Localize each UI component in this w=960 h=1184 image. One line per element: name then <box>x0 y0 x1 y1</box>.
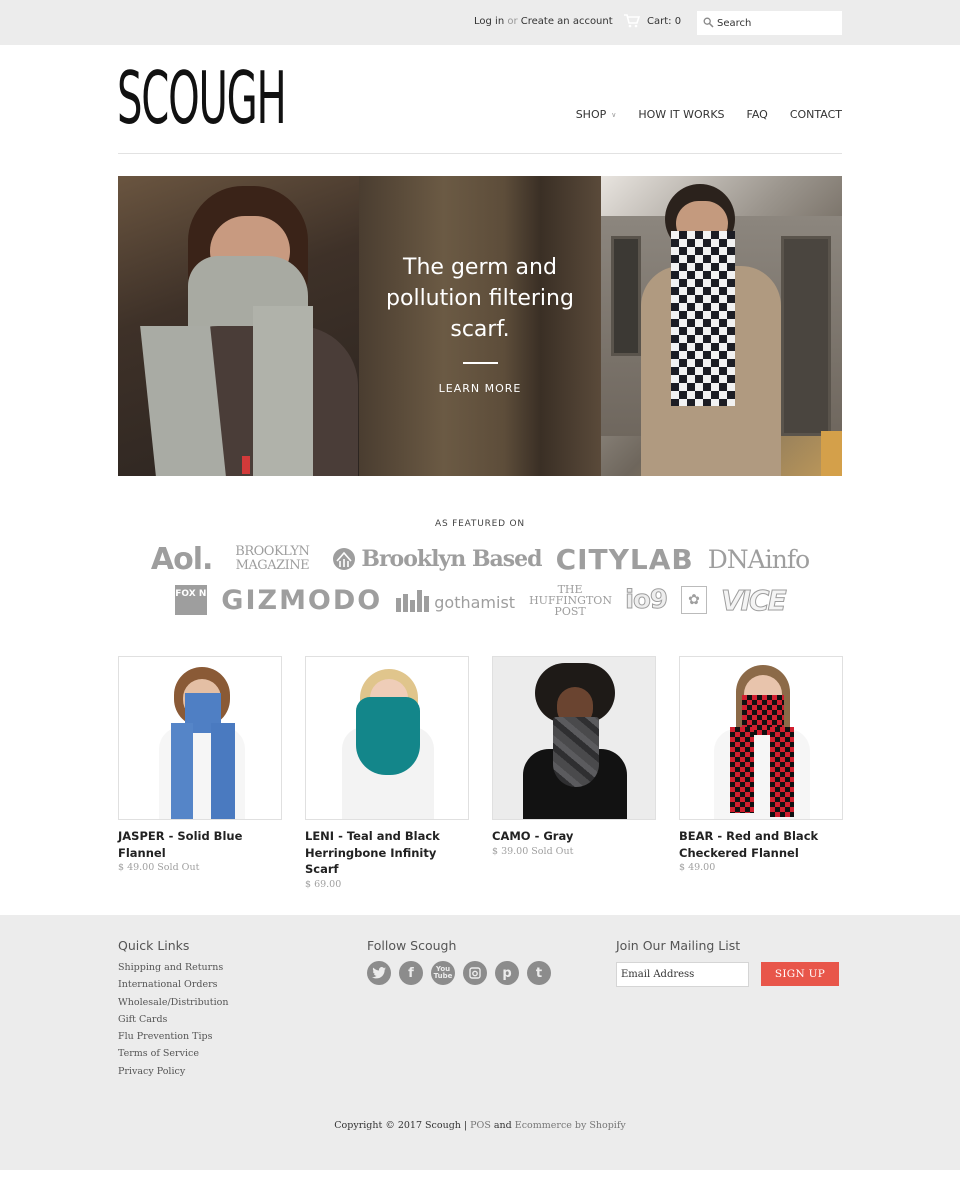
pos-link[interactable]: POS <box>470 1120 491 1131</box>
product-price: $ 69.00 <box>305 879 469 890</box>
huffington-post-logo: THE HUFFINGTON POST <box>529 582 612 618</box>
product-image[interactable] <box>492 656 656 820</box>
product-price: $ 49.00 <box>679 862 843 873</box>
featured-title: AS FEATURED ON <box>435 519 525 529</box>
product-title[interactable]: JASPER - Solid Blue Flannel <box>118 828 282 861</box>
product-price: $ 49.00 Sold Out <box>118 862 282 873</box>
search-icon <box>703 17 714 28</box>
cart-link[interactable]: Cart: 0 <box>647 16 681 27</box>
quick-links-list: Shipping and Returns International Order… <box>118 961 228 1082</box>
shopping-cart-icon[interactable] <box>624 14 640 28</box>
create-account-link[interactable]: Create an account <box>521 16 613 27</box>
follow-title: Follow Scough <box>367 938 457 953</box>
hero-image-man <box>601 176 842 476</box>
or-separator: or <box>507 16 518 27</box>
product-title[interactable]: BEAR - Red and Black Checkered Flannel <box>679 828 843 861</box>
footer-link-international[interactable]: International Orders <box>118 979 218 990</box>
hero-headline: The germ and pollution filtering scarf. <box>386 255 574 342</box>
hero-image-woman <box>118 176 359 476</box>
mailing-list-title: Join Our Mailing List <box>616 938 741 953</box>
product-card[interactable]: JASPER - Solid Blue Flannel $ 49.00 Sold… <box>118 656 282 873</box>
site-logo[interactable]: SCOUGH <box>117 62 287 134</box>
ecommerce-link[interactable]: Ecommerce by Shopify <box>515 1120 626 1131</box>
footer-link-shipping[interactable]: Shipping and Returns <box>118 962 223 973</box>
sold-out-badge: Sold Out <box>531 845 574 857</box>
emblem-logo: ✿ <box>680 586 707 614</box>
login-link[interactable]: Log in <box>474 16 504 27</box>
nav-faq[interactable]: FAQ <box>747 108 768 121</box>
search-input[interactable] <box>717 11 837 35</box>
footer-link-flu-tips[interactable]: Flu Prevention Tips <box>118 1031 212 1042</box>
product-card[interactable]: LENI - Teal and Black Herringbone Infini… <box>305 656 469 890</box>
nav-how-it-works[interactable]: HOW IT WORKS <box>638 108 724 121</box>
chevron-down-icon: ∨ <box>611 110 617 119</box>
footer-link-wholesale[interactable]: Wholesale/Distribution <box>118 997 228 1008</box>
twitter-icon[interactable] <box>367 961 391 985</box>
youtube-icon[interactable]: You Tube <box>431 961 455 985</box>
brooklyn-magazine-logo: BROOKLYN MAGAZINE <box>235 544 310 573</box>
price-value: $ 39.00 <box>492 845 529 857</box>
nav-contact[interactable]: CONTACT <box>790 108 842 121</box>
dnainfo-logo: DNAinfo <box>707 544 810 574</box>
price-value: $ 49.00 <box>679 862 716 873</box>
fox-news-logo: FOX NEWS <box>175 585 229 615</box>
email-field[interactable] <box>616 962 749 987</box>
quick-links-title: Quick Links <box>118 938 190 953</box>
header-divider <box>118 153 842 154</box>
product-title[interactable]: LENI - Teal and Black Herringbone Infini… <box>305 828 469 878</box>
gizmodo-logo: GIZMODO <box>221 584 383 616</box>
copyright: Copyright © 2017 Scough | POS and Ecomme… <box>0 1120 960 1131</box>
main-nav: SHOP ∨ HOW IT WORKS FAQ CONTACT <box>576 108 842 121</box>
price-value: $ 49.00 <box>118 862 155 873</box>
product-image[interactable] <box>118 656 282 820</box>
product-image[interactable] <box>305 656 469 820</box>
account-links: Log in or Create an account <box>474 16 613 27</box>
aol-logo: Aol. <box>150 541 214 577</box>
product-price: $ 39.00 Sold Out <box>492 846 656 857</box>
press-logos-row-1: Aol. BROOKLYN MAGAZINE Brooklyn Based CI… <box>150 540 810 578</box>
brooklyn-based-logo: Brooklyn Based <box>332 546 543 572</box>
pinterest-icon[interactable]: p <box>495 961 519 985</box>
learn-more-button[interactable]: LEARN MORE <box>359 382 601 395</box>
vice-logo: VICE <box>720 583 787 617</box>
nav-shop[interactable]: SHOP ∨ <box>576 108 617 121</box>
top-bar: Log in or Create an account Cart: 0 <box>0 0 960 45</box>
press-logos-row-2: FOX NEWS GIZMODO gothamist THE HUFFINGTO… <box>150 582 810 618</box>
price-value: $ 69.00 <box>305 878 342 890</box>
site-footer: Quick Links Shipping and Returns Interna… <box>0 915 960 1170</box>
sold-out-badge: Sold Out <box>157 862 200 873</box>
instagram-icon[interactable] <box>463 961 487 985</box>
product-image[interactable] <box>679 656 843 820</box>
footer-link-gift-cards[interactable]: Gift Cards <box>118 1014 167 1025</box>
gothamist-text: gothamist <box>434 593 516 612</box>
brooklyn-based-text: Brooklyn Based <box>361 546 542 572</box>
copyright-text: Copyright © 2017 Scough | <box>334 1120 468 1131</box>
product-card[interactable]: BEAR - Red and Black Checkered Flannel $… <box>679 656 843 873</box>
product-card[interactable]: CAMO - Gray $ 39.00 Sold Out <box>492 656 656 857</box>
social-links: f You Tube p t <box>367 961 551 985</box>
footer-link-terms[interactable]: Terms of Service <box>118 1048 199 1059</box>
product-title[interactable]: CAMO - Gray <box>492 828 656 845</box>
gothamist-logo: gothamist <box>396 588 515 612</box>
facebook-icon[interactable]: f <box>399 961 423 985</box>
hero-divider <box>463 362 498 364</box>
search-box[interactable] <box>697 11 842 35</box>
sign-up-button[interactable]: SIGN UP <box>761 962 839 986</box>
hero-banner[interactable]: The germ and pollution filtering scarf. … <box>118 176 842 476</box>
and-text: and <box>493 1120 512 1131</box>
brooklyn-based-emblem-icon <box>333 548 356 570</box>
footer-link-privacy[interactable]: Privacy Policy <box>118 1066 185 1077</box>
gothamist-skyline-icon <box>396 590 430 612</box>
nav-shop-label: SHOP <box>575 108 607 121</box>
tumblr-icon[interactable]: t <box>527 961 551 985</box>
io9-logo: io9 <box>625 585 669 616</box>
citylab-logo: CITYLAB <box>555 542 694 576</box>
